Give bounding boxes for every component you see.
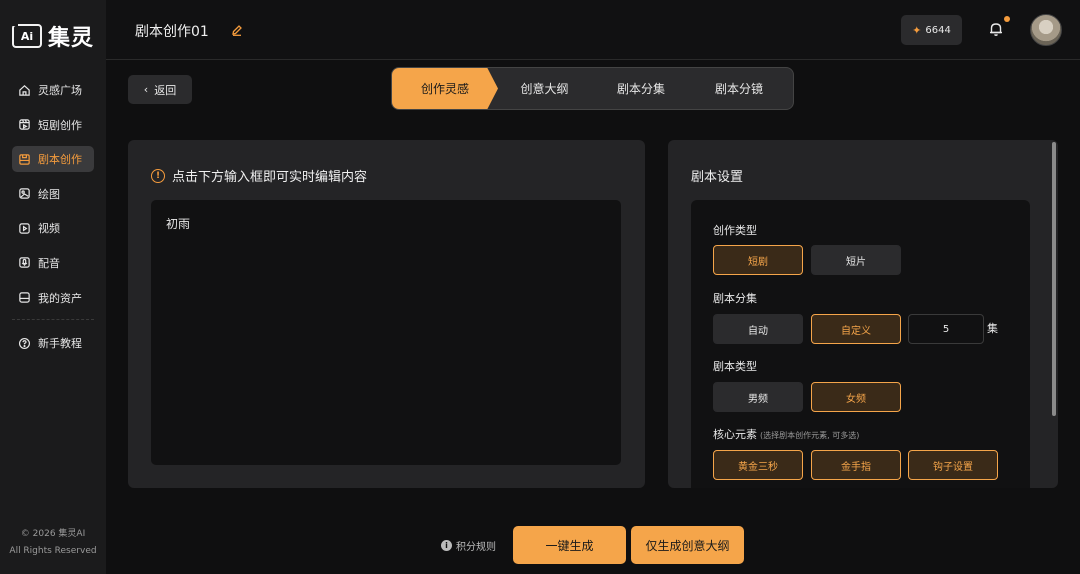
- settings-form: 创作类型 短剧 短片 剧本分集 自动 自定义 5 集 剧本类型 男频 女频 核心…: [691, 200, 1030, 488]
- tab-inspiration[interactable]: 创作灵感: [392, 68, 498, 109]
- sidebar-divider: [12, 319, 94, 321]
- option-female[interactable]: 女频: [811, 382, 901, 412]
- option-golden-3s[interactable]: 黄金三秒: [713, 450, 803, 480]
- rules-label: 积分规则: [456, 542, 496, 553]
- mic-icon: [18, 256, 31, 269]
- bell-icon[interactable]: [987, 20, 1005, 38]
- episode-unit: 集: [987, 322, 998, 335]
- sidebar-item-label: 短剧创作: [38, 118, 82, 132]
- option-golden-finger[interactable]: 金手指: [811, 450, 901, 480]
- sidebar-item-drawing[interactable]: 绘图: [12, 181, 94, 207]
- folder-icon: [18, 291, 31, 304]
- sidebar-item-label: 视频: [38, 222, 60, 236]
- notification-dot: [1004, 16, 1010, 22]
- tab-storyboard[interactable]: 剧本分镜: [691, 68, 787, 109]
- episodes-label: 剧本分集: [713, 292, 757, 305]
- script-icon: [18, 153, 31, 166]
- edit-hint: ! 点击下方输入框即可实时编辑内容: [151, 166, 367, 185]
- step-tabs: 创作灵感 创意大纲 剧本分集 剧本分镜: [391, 67, 794, 110]
- editor-content: 初雨: [166, 217, 191, 231]
- top-bar: 剧本创作01 ✦ 6644: [106, 0, 1080, 60]
- hint-text: 点击下方输入框即可实时编辑内容: [172, 170, 368, 185]
- sidebar-nav: 灵感广场 短剧创作 剧本创作 绘图 视频 配音 我的资产 新手教程: [12, 77, 94, 365]
- points-rules-link[interactable]: i 积分规则: [441, 538, 496, 553]
- info-icon: !: [151, 168, 165, 183]
- core-elements-label: 核心元素 (选择剧本创作元素, 可多选): [713, 426, 859, 442]
- core-elements-title: 核心元素: [713, 428, 757, 441]
- option-short-drama[interactable]: 短剧: [713, 245, 803, 275]
- sidebar-item-label: 绘图: [38, 187, 60, 201]
- episode-count-input[interactable]: 5: [908, 314, 984, 344]
- sidebar-item-inspiration[interactable]: 灵感广场: [12, 77, 94, 103]
- sidebar-item-video[interactable]: 视频: [12, 215, 94, 241]
- home-icon: [18, 84, 31, 97]
- generate-button[interactable]: 一键生成: [513, 526, 626, 564]
- inspiration-panel: ! 点击下方输入框即可实时编辑内容 初雨: [128, 140, 645, 488]
- option-hook[interactable]: 钩子设置: [908, 450, 998, 480]
- sidebar-item-script[interactable]: 剧本创作: [12, 146, 94, 173]
- settings-panel: 剧本设置 创作类型 短剧 短片 剧本分集 自动 自定义 5 集 剧本类型 男频 …: [668, 140, 1058, 488]
- rights-text: All Rights Reserved: [9, 546, 97, 556]
- sidebar-item-label: 灵感广场: [38, 84, 82, 97]
- question-icon: [18, 337, 31, 350]
- sidebar-item-dubbing[interactable]: 配音: [12, 250, 94, 276]
- logo[interactable]: Ai 集灵: [12, 20, 94, 52]
- back-label: 返回: [154, 83, 177, 97]
- sidebar-item-label: 配音: [38, 256, 60, 270]
- sidebar-item-short-drama[interactable]: 短剧创作: [12, 112, 94, 138]
- creation-type-label: 创作类型: [713, 224, 757, 237]
- points-value: 6644: [925, 24, 951, 36]
- inspiration-editor[interactable]: 初雨: [151, 200, 621, 465]
- logo-name: 集灵: [48, 26, 95, 51]
- option-male[interactable]: 男频: [713, 382, 803, 412]
- chevron-left-icon: ‹: [143, 83, 149, 96]
- back-button[interactable]: ‹ 返回: [128, 75, 192, 104]
- logo-mark: Ai: [12, 22, 42, 48]
- sparkle-icon: ✦: [912, 23, 922, 37]
- points-button[interactable]: ✦ 6644: [901, 15, 962, 45]
- image-icon: [18, 187, 31, 200]
- play-icon: [18, 222, 31, 235]
- core-elements-note: (选择剧本创作元素, 可多选): [760, 431, 860, 440]
- sidebar-item-label: 我的资产: [38, 291, 82, 305]
- option-short-film[interactable]: 短片: [811, 245, 901, 275]
- sidebar: Ai 集灵 灵感广场 短剧创作 剧本创作 绘图 视频 配音 我的资产 新手教程 …: [0, 0, 106, 574]
- option-auto[interactable]: 自动: [713, 314, 803, 344]
- sidebar-item-tutorial[interactable]: 新手教程: [12, 330, 94, 356]
- settings-title: 剧本设置: [691, 170, 744, 185]
- option-custom[interactable]: 自定义: [811, 314, 901, 344]
- tab-episodes[interactable]: 剧本分集: [591, 68, 691, 109]
- script-type-label: 剧本类型: [713, 360, 757, 373]
- film-icon: [18, 118, 31, 131]
- scrollbar[interactable]: [1052, 142, 1056, 416]
- page-title: 剧本创作01: [135, 24, 209, 40]
- sidebar-item-label: 剧本创作: [38, 153, 82, 167]
- sidebar-item-assets[interactable]: 我的资产: [12, 285, 94, 311]
- avatar[interactable]: [1030, 14, 1062, 46]
- copyright: © 2026 集灵AI: [20, 529, 86, 539]
- info-icon: i: [441, 540, 452, 551]
- generate-outline-button[interactable]: 仅生成创意大纲: [631, 526, 744, 564]
- edit-icon[interactable]: [230, 23, 244, 37]
- tab-outline[interactable]: 创意大纲: [498, 68, 591, 109]
- sidebar-item-label: 新手教程: [38, 337, 82, 351]
